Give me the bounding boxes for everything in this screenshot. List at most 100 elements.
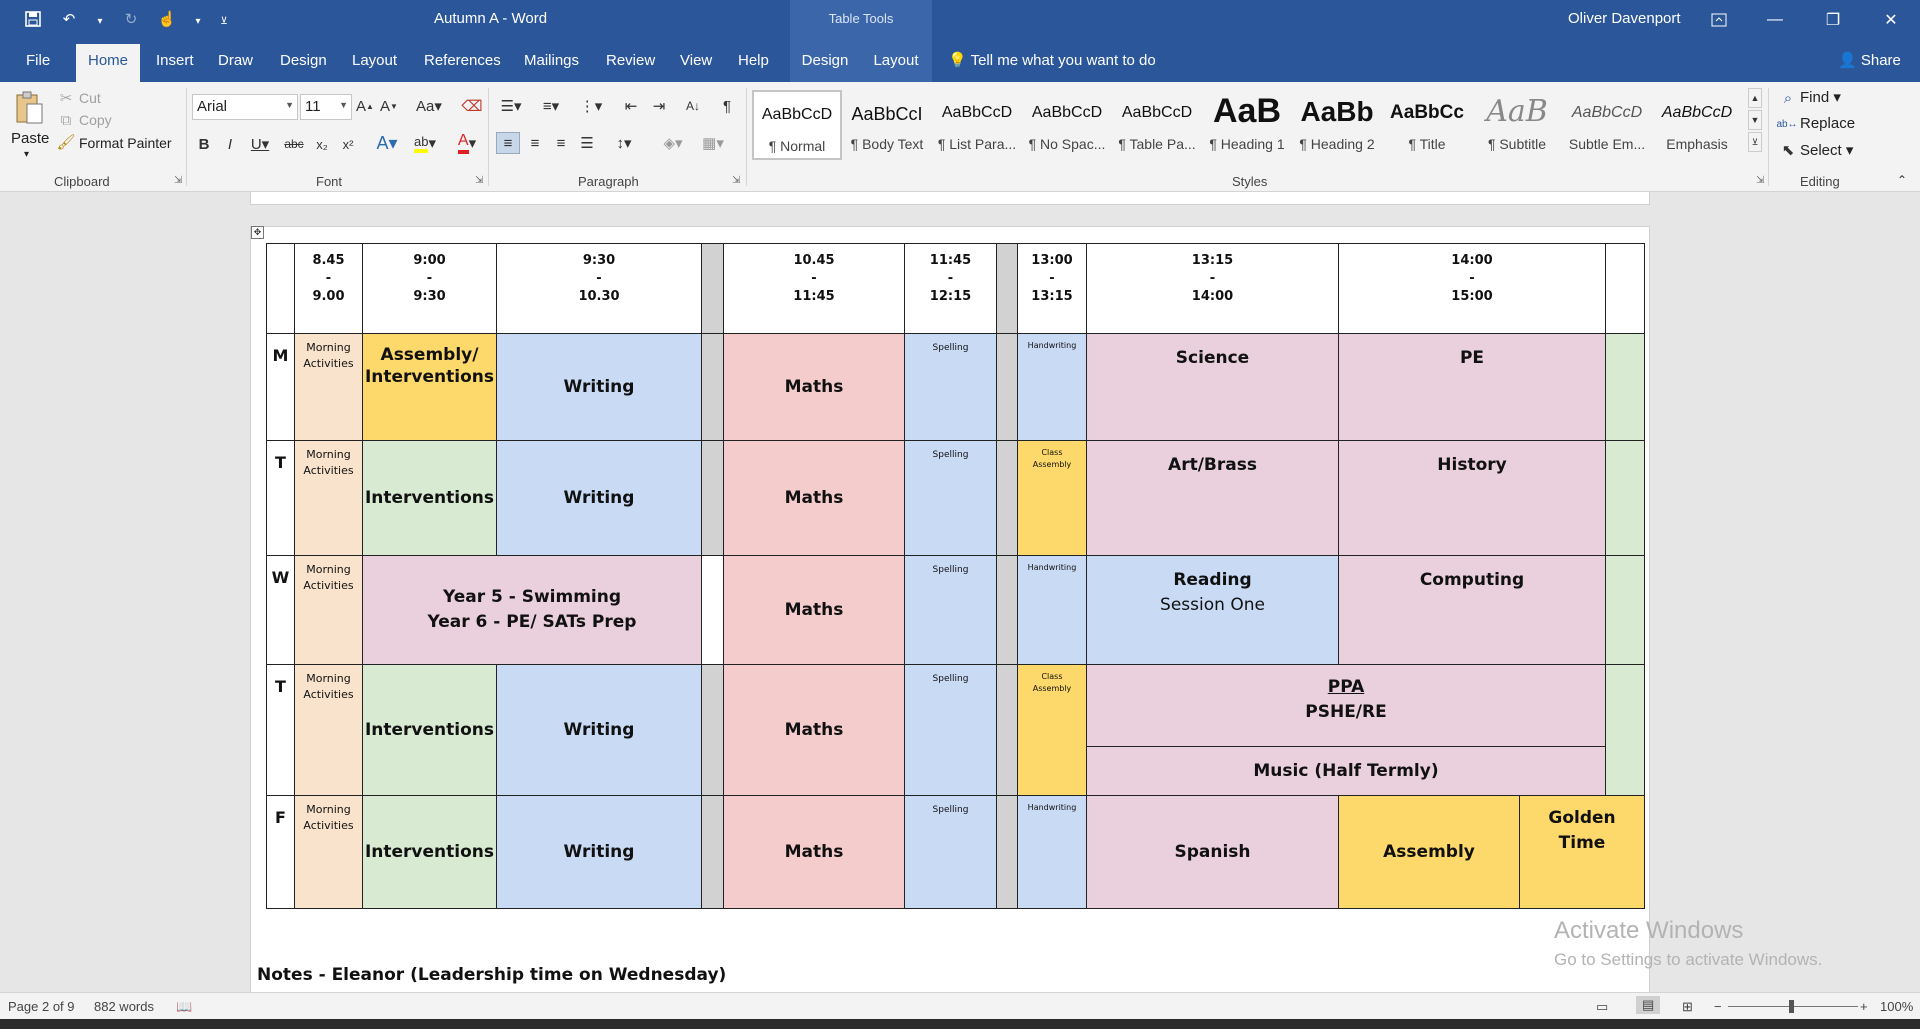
- tab-mailings[interactable]: Mailings: [518, 40, 585, 82]
- zoom-level[interactable]: 100%: [1880, 999, 1913, 1014]
- lesson-cell[interactable]: Spelling: [904, 795, 997, 909]
- time-header-cell[interactable]: 9:00-9:30: [362, 243, 497, 334]
- zoom-slider-thumb[interactable]: [1789, 1000, 1794, 1013]
- lesson-cell[interactable]: Maths: [723, 440, 905, 556]
- tab-table-layout[interactable]: Layout: [860, 40, 932, 82]
- redo-icon[interactable]: ↻: [120, 8, 142, 30]
- touch-dropdown-icon[interactable]: ▾: [192, 8, 204, 30]
- lesson-cell[interactable]: Class Assembly: [1017, 440, 1087, 556]
- zoom-in-icon[interactable]: +: [1860, 999, 1868, 1014]
- lunch-cell[interactable]: [996, 333, 1018, 441]
- lesson-cell[interactable]: Assembly: [1338, 795, 1520, 909]
- lesson-cell[interactable]: History: [1338, 440, 1606, 556]
- change-case-icon[interactable]: Aa▾: [414, 96, 444, 116]
- extra-header-cell[interactable]: [1605, 243, 1645, 334]
- replace-button[interactable]: Replace: [1800, 115, 1855, 132]
- lesson-cell[interactable]: Maths: [723, 333, 905, 441]
- show-formatting-marks-icon[interactable]: ¶: [716, 96, 738, 116]
- tab-references[interactable]: References: [418, 40, 507, 82]
- style-body-text[interactable]: AaBbCcI ¶ Body Text: [842, 90, 932, 160]
- paste-dropdown-icon[interactable]: ▾: [24, 149, 29, 160]
- lesson-cell[interactable]: Writing: [496, 440, 702, 556]
- increase-indent-icon[interactable]: ⇥: [648, 96, 670, 116]
- proofing-icon[interactable]: 📖: [176, 999, 192, 1015]
- day-cell-wednesday[interactable]: W: [266, 555, 295, 665]
- lesson-cell[interactable]: Golden Time: [1519, 795, 1645, 909]
- format-painter-button[interactable]: Format Painter: [79, 135, 172, 151]
- day-cell-friday[interactable]: F: [266, 795, 295, 909]
- time-header-cell[interactable]: 14:00-15:00: [1338, 243, 1606, 334]
- lesson-cell[interactable]: Handwriting: [1017, 555, 1087, 665]
- tab-table-design[interactable]: Design: [790, 40, 860, 82]
- time-header-cell[interactable]: 10.45-11:45: [723, 243, 905, 334]
- underline-icon[interactable]: U▾: [248, 134, 272, 154]
- extra-cell[interactable]: [1605, 440, 1645, 556]
- morning-activities-cell[interactable]: Morning Activities: [294, 333, 363, 441]
- font-size-combo[interactable]: 11 ▼: [300, 94, 352, 120]
- style-title[interactable]: AaBbCc ¶ Title: [1382, 90, 1472, 160]
- lesson-cell[interactable]: Year 5 - Swimming Year 6 - PE/ SATs Prep: [362, 555, 702, 665]
- multilevel-list-icon[interactable]: ⋮▾: [576, 96, 606, 116]
- shading-icon[interactable]: ◈▾: [656, 132, 690, 154]
- italic-icon[interactable]: I: [222, 134, 238, 154]
- select-button[interactable]: Select ▾: [1800, 141, 1853, 159]
- bullets-icon[interactable]: ☰▾: [496, 96, 526, 116]
- justify-icon[interactable]: ☰: [576, 132, 598, 154]
- sort-icon[interactable]: A↓: [682, 96, 704, 116]
- lesson-cell[interactable]: Interventions: [362, 664, 497, 796]
- word-count[interactable]: 882 words: [94, 999, 154, 1014]
- style-normal[interactable]: AaBbCcD ¶ Normal: [752, 90, 842, 160]
- style-list-paragraph[interactable]: AaBbCcD ¶ List Para...: [932, 90, 1022, 160]
- touch-mode-icon[interactable]: ☝: [156, 8, 178, 30]
- font-family-combo[interactable]: Arial ▼: [192, 94, 298, 120]
- web-layout-icon[interactable]: ⊞: [1682, 999, 1693, 1015]
- style-heading-2[interactable]: AaBb ¶ Heading 2: [1292, 90, 1382, 160]
- select-icon[interactable]: ⬉: [1780, 140, 1796, 160]
- break-cell[interactable]: [701, 440, 724, 556]
- lesson-cell[interactable]: Music (Half Termly): [1086, 746, 1606, 796]
- day-cell-thursday[interactable]: T: [266, 664, 295, 796]
- save-icon[interactable]: [22, 8, 44, 30]
- lesson-cell[interactable]: Spelling: [904, 664, 997, 796]
- extra-cell[interactable]: [1605, 664, 1645, 796]
- paste-icon[interactable]: [12, 88, 46, 128]
- format-painter-icon[interactable]: 🖌: [56, 134, 75, 151]
- time-header-cell[interactable]: 8.45-9.00: [294, 243, 363, 334]
- lesson-cell[interactable]: Handwriting: [1017, 333, 1087, 441]
- clipboard-launcher-icon[interactable]: ⇲: [174, 175, 182, 186]
- strikethrough-icon[interactable]: abc: [282, 134, 306, 154]
- minimize-icon[interactable]: —: [1760, 6, 1790, 34]
- tab-view[interactable]: View: [674, 40, 718, 82]
- style-no-spacing[interactable]: AaBbCcD ¶ No Spac...: [1022, 90, 1112, 160]
- undo-icon[interactable]: ↶: [58, 8, 80, 30]
- read-mode-icon[interactable]: ▭: [1596, 999, 1608, 1015]
- superscript-icon[interactable]: x²: [338, 134, 358, 154]
- lesson-cell[interactable]: Interventions: [362, 440, 497, 556]
- styles-more-icon[interactable]: ⊻: [1748, 132, 1762, 152]
- style-subtitle[interactable]: AaB ¶ Subtitle: [1472, 90, 1562, 160]
- lunch-cell[interactable]: [996, 440, 1018, 556]
- time-header-cell[interactable]: 11:45-12:15: [904, 243, 997, 334]
- style-table-paragraph[interactable]: AaBbCcD ¶ Table Pa...: [1112, 90, 1202, 160]
- grow-font-icon[interactable]: A ▲: [356, 96, 374, 116]
- extra-cell[interactable]: [1605, 333, 1645, 441]
- bold-icon[interactable]: B: [196, 134, 212, 154]
- tab-layout[interactable]: Layout: [346, 40, 403, 82]
- extra-cell[interactable]: [1605, 555, 1645, 665]
- style-emphasis[interactable]: AaBbCcD Emphasis: [1652, 90, 1742, 160]
- lunch-header-cell[interactable]: [996, 243, 1018, 334]
- lesson-cell[interactable]: Maths: [723, 664, 905, 796]
- line-spacing-icon[interactable]: ↕▾: [608, 132, 640, 154]
- subscript-icon[interactable]: x₂: [312, 134, 332, 154]
- font-launcher-icon[interactable]: ⇲: [475, 175, 483, 186]
- align-right-icon[interactable]: ≡: [550, 132, 572, 154]
- ribbon-display-options-icon[interactable]: [1704, 6, 1734, 34]
- tab-home[interactable]: Home: [76, 44, 141, 82]
- undo-dropdown-icon[interactable]: ▾: [94, 8, 106, 30]
- font-color-icon[interactable]: A ▾: [450, 132, 484, 154]
- copy-button[interactable]: Copy: [79, 112, 112, 128]
- lesson-cell[interactable]: Spelling: [904, 440, 997, 556]
- highlight-color-icon[interactable]: ab ▾: [408, 132, 442, 154]
- time-header-cell[interactable]: 13:00-13:15: [1017, 243, 1087, 334]
- morning-activities-cell[interactable]: Morning Activities: [294, 795, 363, 909]
